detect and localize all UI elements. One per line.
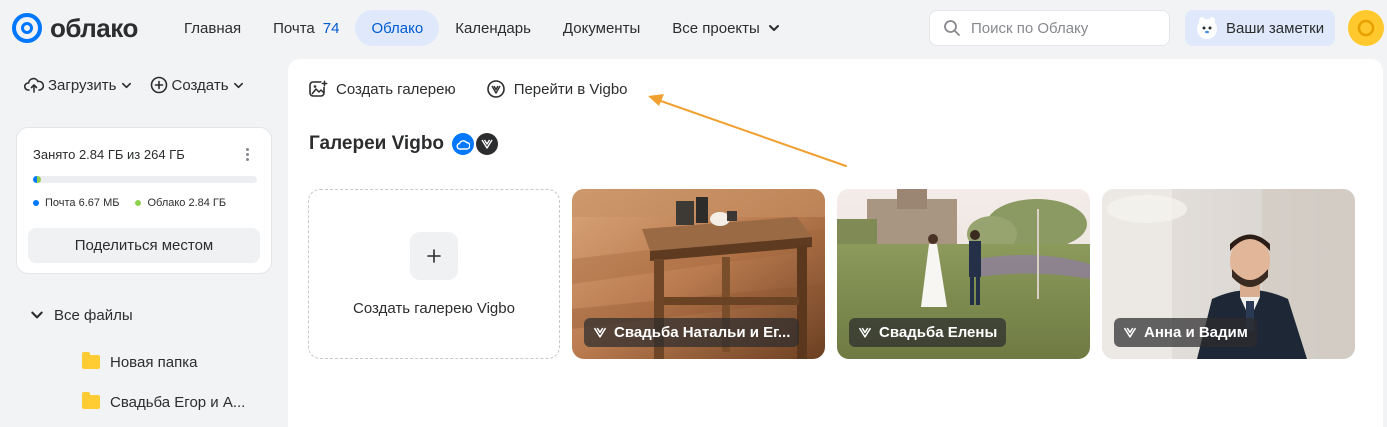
tree-item-folder[interactable]: Свадьба Егор и А... xyxy=(24,382,274,422)
gallery-card[interactable]: Свадьба Елены xyxy=(837,189,1090,359)
legend-mail: Почта 6.67 МБ xyxy=(33,197,119,209)
nav-item-calendar[interactable]: Календарь xyxy=(439,10,547,46)
top-header: облако Главная Почта 74 Облако Календарь… xyxy=(0,0,1387,56)
upload-button[interactable]: Загрузить xyxy=(24,74,132,96)
storage-progress-bar xyxy=(33,176,257,183)
legend-cloud: Облако 2.84 ГБ xyxy=(135,197,226,209)
nav-item-label: Календарь xyxy=(455,19,531,37)
gallery-card[interactable]: Свадьба Натальи и Ег... xyxy=(572,189,825,359)
nav-item-label: Облако xyxy=(371,19,424,37)
create-label: Создать xyxy=(171,76,229,94)
storage-legend: Почта 6.67 МБ Облако 2.84 ГБ xyxy=(33,197,226,209)
your-notes-label: Ваши заметки xyxy=(1226,19,1325,37)
sidebar-actions: Загрузить Создать xyxy=(24,74,244,96)
cloud-badge-icon xyxy=(452,133,475,155)
nav-item-label: Главная xyxy=(184,19,242,37)
gallery-name-badge: Свадьба Елены xyxy=(849,318,1007,347)
plus-circle-icon xyxy=(150,76,167,94)
create-gallery-button[interactable]: Создать галерею xyxy=(308,79,456,99)
gallery-name: Свадьба Натальи и Ег... xyxy=(614,324,791,341)
user-avatar-icon xyxy=(1357,19,1375,37)
vigbo-logo-icon xyxy=(858,327,872,338)
nav-item-home[interactable]: Главная xyxy=(168,10,257,46)
mail-at-logo-icon xyxy=(12,13,42,43)
legend-mail-label: Почта 6.67 МБ xyxy=(45,197,120,209)
chevron-down-icon xyxy=(121,82,131,88)
mail-unread-count: 74 xyxy=(322,19,340,37)
folder-label: Новая папка xyxy=(110,353,198,371)
search-icon xyxy=(944,20,960,36)
tree-item-folder[interactable]: Новая папка xyxy=(24,342,274,382)
search-input[interactable] xyxy=(971,19,1151,37)
chevron-down-icon xyxy=(768,25,779,31)
gallery-grid: Создать галерею Vigbo Свадьба Натальи и … xyxy=(308,189,1355,359)
vigbo-logo-icon xyxy=(593,327,607,338)
section-title-text: Галереи Vigbo xyxy=(309,133,445,154)
tree-item-all-files[interactable]: Все файлы xyxy=(24,300,274,330)
main-panel: Создать галерею Перейти в Vigbo Галереи … xyxy=(288,59,1383,427)
goto-vigbo-label: Перейти в Vigbo xyxy=(513,80,628,98)
gallery-name: Свадьба Елены xyxy=(879,324,998,341)
chevron-down-icon xyxy=(233,82,243,88)
folder-tree: Все файлы Новая папка Свадьба Егор и А..… xyxy=(24,300,274,422)
nav-item-label: Почта xyxy=(273,19,315,37)
nav-item-label: Все проекты xyxy=(672,19,760,37)
goto-vigbo-button[interactable]: Перейти в Vigbo xyxy=(486,79,628,99)
vigbo-logo-icon xyxy=(486,80,505,98)
cloud-upload-icon xyxy=(24,77,44,93)
storage-usage-text: Занято 2.84 ГБ из 264 ГБ xyxy=(33,147,185,162)
mail-dot xyxy=(33,200,39,206)
nav-item-cloud[interactable]: Облако xyxy=(355,10,440,46)
legend-cloud-label: Облако 2.84 ГБ xyxy=(147,197,227,209)
vigbo-logo-icon xyxy=(1123,327,1137,338)
vigbo-badge-icon xyxy=(476,133,499,155)
nav-item-all-projects[interactable]: Все проекты xyxy=(656,10,796,46)
more-vertical-icon[interactable] xyxy=(239,144,255,164)
nav-item-mail[interactable]: Почта 74 xyxy=(257,10,355,46)
storage-bar-cloud xyxy=(37,176,41,183)
avatar[interactable] xyxy=(1348,10,1384,46)
search-box[interactable] xyxy=(929,10,1170,46)
create-button[interactable]: Создать xyxy=(150,74,244,96)
chevron-down-icon[interactable] xyxy=(30,308,44,322)
gallery-name-badge: Свадьба Натальи и Ег... xyxy=(584,318,800,347)
your-notes-button[interactable]: Ваши заметки xyxy=(1185,10,1335,46)
folder-icon xyxy=(82,392,100,409)
cloud-dot xyxy=(135,200,142,206)
folder-label: Свадьба Егор и А... xyxy=(110,393,246,411)
share-space-label: Поделиться местом xyxy=(74,237,214,254)
logo-text: облако xyxy=(50,12,138,43)
folder-icon xyxy=(82,352,100,369)
upload-label: Загрузить xyxy=(48,76,117,94)
tree-root-label: Все файлы xyxy=(54,306,133,324)
nav-item-documents[interactable]: Документы xyxy=(547,10,656,46)
gallery-name-badge: Анна и Вадим xyxy=(1114,318,1257,347)
create-vigbo-gallery-label: Создать галерею Vigbo xyxy=(353,299,515,317)
section-title: Галереи Vigbo xyxy=(309,133,499,155)
gallery-toolbar: Создать галерею Перейти в Vigbo xyxy=(308,79,628,99)
gallery-card[interactable]: Анна и Вадим xyxy=(1102,189,1355,359)
notes-mascot-icon xyxy=(1197,17,1217,39)
share-space-button[interactable]: Поделиться местом xyxy=(28,228,260,263)
gallery-name: Анна и Вадим xyxy=(1144,324,1248,341)
storage-card: Занято 2.84 ГБ из 264 ГБ Почта 6.67 МБ О… xyxy=(16,127,272,274)
nav-item-label: Документы xyxy=(562,19,641,37)
main-nav: Главная Почта 74 Облако Календарь Докуме… xyxy=(168,10,796,46)
plus-icon xyxy=(410,231,458,280)
create-vigbo-gallery-card[interactable]: Создать галерею Vigbo xyxy=(308,189,560,359)
logo[interactable]: облако xyxy=(12,11,138,45)
create-gallery-label: Создать галерею xyxy=(336,80,456,98)
add-image-icon xyxy=(309,80,328,97)
